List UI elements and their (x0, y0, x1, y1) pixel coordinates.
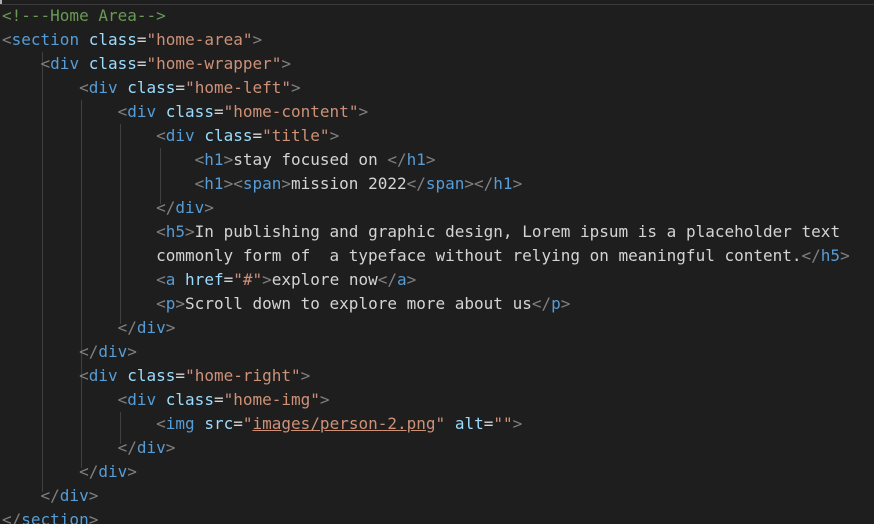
attribute-name: class (165, 390, 214, 409)
code-line: </div> (117, 318, 176, 337)
tag-name: span (242, 174, 282, 193)
code-line: </div> (156, 198, 214, 217)
code-line-wrapped: commonly form of a typeface without rely… (156, 246, 850, 265)
attribute-value: "home-wrapper" (146, 54, 282, 73)
tag-name: div (50, 54, 80, 73)
attribute-name: class (127, 366, 176, 385)
tag-name: h1 (204, 174, 224, 193)
attribute-value: "home-left" (185, 78, 292, 97)
attribute-name: class (204, 126, 253, 145)
tag-name: a (397, 270, 407, 289)
image-path-link[interactable]: images/person-2.png (253, 414, 436, 433)
code-line: <div class="home-wrapper"> (40, 54, 292, 73)
tag-name: section (11, 30, 80, 49)
attribute-name: class (88, 30, 137, 49)
code-line: <h1>stay focused on </h1> (194, 150, 436, 169)
code-line: </div> (79, 462, 137, 481)
text-content: mission 2022 (291, 174, 407, 193)
tag-name: div (136, 318, 166, 337)
code-line: <div class="home-right"> (79, 366, 311, 385)
code-line: <!---Home Area--> (2, 4, 166, 28)
attribute-value: "" (493, 414, 513, 433)
code-line: </section> (2, 508, 98, 524)
text-content: stay focused on (233, 150, 388, 169)
tag-name: h1 (493, 174, 513, 193)
code-line: </div> (117, 438, 176, 457)
code-line: <div class="title"> (156, 126, 340, 145)
attribute-value: "home-img" (223, 390, 320, 409)
tag-name: p (165, 294, 176, 313)
tag-name: span (425, 174, 465, 193)
attribute-name: class (88, 54, 137, 73)
code-line: <img src="images/person-2.png" alt=""> (156, 414, 523, 433)
code-line: <div class="home-left"> (79, 78, 301, 97)
attribute-name: alt (454, 414, 484, 433)
code-line: <div class="home-content"> (117, 102, 369, 121)
code-line: <section class="home-area"> (2, 30, 263, 49)
tag-name: h1 (204, 150, 224, 169)
code-line: <h5>In publishing and graphic design, Lo… (156, 222, 841, 241)
code-line: </div> (40, 486, 99, 505)
code-line: <h1><span>mission 2022</span></h1> (194, 174, 523, 193)
tag-name: div (127, 390, 157, 409)
code-editor[interactable]: <!---Home Area--> <section class="home-a… (0, 0, 874, 524)
tag-name: img (165, 414, 195, 433)
tag-name: p (551, 294, 561, 313)
tag-name: div (175, 198, 205, 217)
attribute-value: "#" (233, 270, 263, 289)
text-content: Scroll down to explore more about us (185, 294, 532, 313)
tag-name: div (165, 126, 195, 145)
text-content: explore now (271, 270, 378, 289)
attribute-name: class (127, 78, 176, 97)
tag-name: h5 (165, 222, 186, 241)
attribute-name: class (165, 102, 214, 121)
code-line: </div> (79, 342, 137, 361)
attribute-value: "home-content" (223, 102, 359, 121)
tag-name: h1 (406, 150, 426, 169)
attribute-value: "home-right" (185, 366, 301, 385)
code-line: <a href="#">explore now</a> (156, 270, 417, 289)
text-content: In publishing and graphic design, Lorem … (194, 222, 841, 241)
tag-name: div (98, 462, 128, 481)
tag-name: a (165, 270, 176, 289)
html-comment: <!---Home Area--> (2, 6, 166, 25)
attribute-name: src (204, 414, 234, 433)
tag-name: div (127, 102, 157, 121)
code-line: <p>Scroll down to explore more about us<… (156, 294, 571, 313)
tag-name: div (98, 342, 128, 361)
text-content: commonly form of a typeface without rely… (156, 246, 802, 265)
tag-name: h5 (820, 246, 841, 265)
tag-name: div (88, 366, 118, 385)
attribute-value: "home-area" (146, 30, 253, 49)
attribute-value: "title" (262, 126, 330, 145)
tag-name: div (88, 78, 118, 97)
tag-name: section (21, 510, 89, 524)
tag-name: div (136, 438, 166, 457)
attribute-name: href (185, 270, 224, 289)
tag-name: div (59, 486, 89, 505)
code-line: <div class="home-img"> (117, 390, 330, 409)
